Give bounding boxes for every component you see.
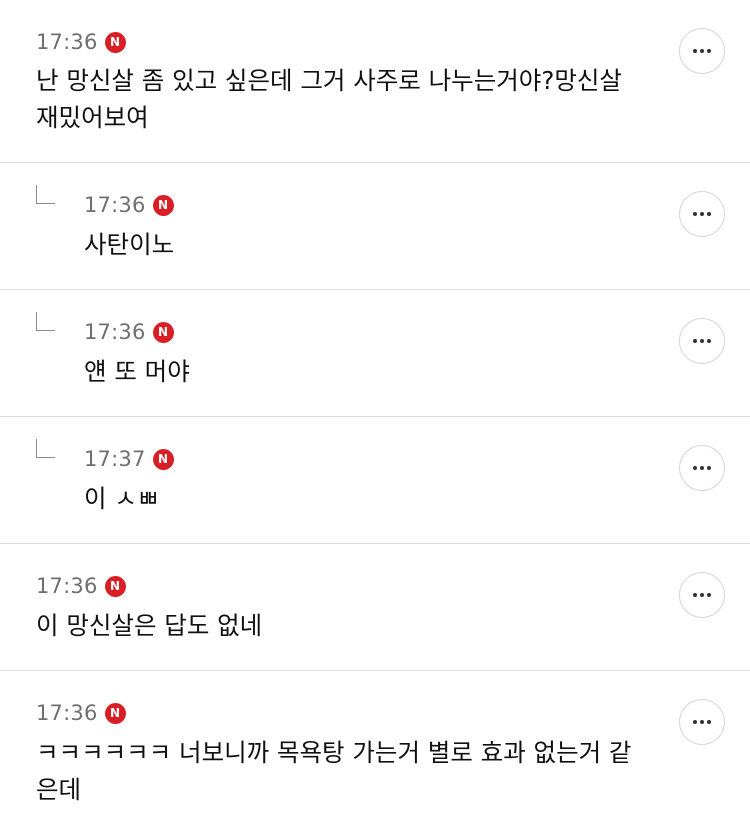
reply-arrow-icon	[36, 312, 55, 331]
comment-meta: 17:37 N	[84, 446, 174, 472]
comment-text: ㅋㅋㅋㅋㅋㅋ 너보니까 목욕탕 가는거 별로 효과 없는거 같 은데	[36, 738, 632, 804]
reply-item: 17:36 N 사탄이노	[0, 163, 750, 290]
new-badge-icon: N	[104, 31, 126, 53]
more-dots-icon	[693, 466, 711, 470]
more-dots-icon	[693, 49, 711, 53]
comment-text: 이 ㅅㅃ	[84, 484, 160, 513]
comment-meta: 17:36 N	[84, 192, 174, 218]
more-dots-icon	[693, 339, 711, 343]
more-options-button[interactable]	[679, 445, 725, 491]
reply-arrow-icon	[36, 185, 55, 204]
comment-time: 17:37	[84, 447, 146, 471]
more-options-button[interactable]	[679, 191, 725, 237]
comment-text: 이 망신살은 답도 없네	[36, 611, 263, 640]
reply-item: 17:37 N 이 ㅅㅃ	[0, 417, 750, 544]
comment-time: 17:36	[36, 701, 98, 725]
reply-item: 17:36 N 얜 또 머야	[0, 290, 750, 417]
more-dots-icon	[693, 212, 711, 216]
new-badge-icon: N	[152, 321, 174, 343]
more-options-button[interactable]	[679, 28, 725, 74]
comment-list: 17:36 N 난 망신살 좀 있고 싶은데 그거 사주로 나누는거야?망신살 …	[0, 0, 750, 825]
more-options-button[interactable]	[679, 318, 725, 364]
more-options-button[interactable]	[679, 699, 725, 745]
reply-arrow-icon	[36, 439, 55, 458]
comment-meta: 17:36 N	[36, 29, 126, 55]
more-dots-icon	[693, 593, 711, 597]
comment-time: 17:36	[36, 30, 98, 54]
comment-item: 17:36 N 난 망신살 좀 있고 싶은데 그거 사주로 나누는거야?망신살 …	[0, 0, 750, 163]
comment-item: 17:36 N 이 망신살은 답도 없네	[0, 544, 750, 671]
new-badge-icon: N	[104, 702, 126, 724]
new-badge-icon: N	[152, 448, 174, 470]
new-badge-icon: N	[152, 194, 174, 216]
comment-meta: 17:36 N	[84, 319, 174, 345]
comment-meta: 17:36 N	[36, 700, 126, 726]
comment-meta: 17:36 N	[36, 573, 126, 599]
comment-text: 난 망신살 좀 있고 싶은데 그거 사주로 나누는거야?망신살 재밌어보여	[36, 66, 622, 132]
comment-time: 17:36	[36, 574, 98, 598]
comment-time: 17:36	[84, 193, 146, 217]
comment-text: 사탄이노	[84, 230, 175, 259]
new-badge-icon: N	[104, 575, 126, 597]
comment-time: 17:36	[84, 320, 146, 344]
comment-item: 17:36 N ㅋㅋㅋㅋㅋㅋ 너보니까 목욕탕 가는거 별로 효과 없는거 같 …	[0, 671, 750, 825]
comment-text: 얜 또 머야	[84, 357, 190, 386]
more-dots-icon	[693, 720, 711, 724]
more-options-button[interactable]	[679, 572, 725, 618]
